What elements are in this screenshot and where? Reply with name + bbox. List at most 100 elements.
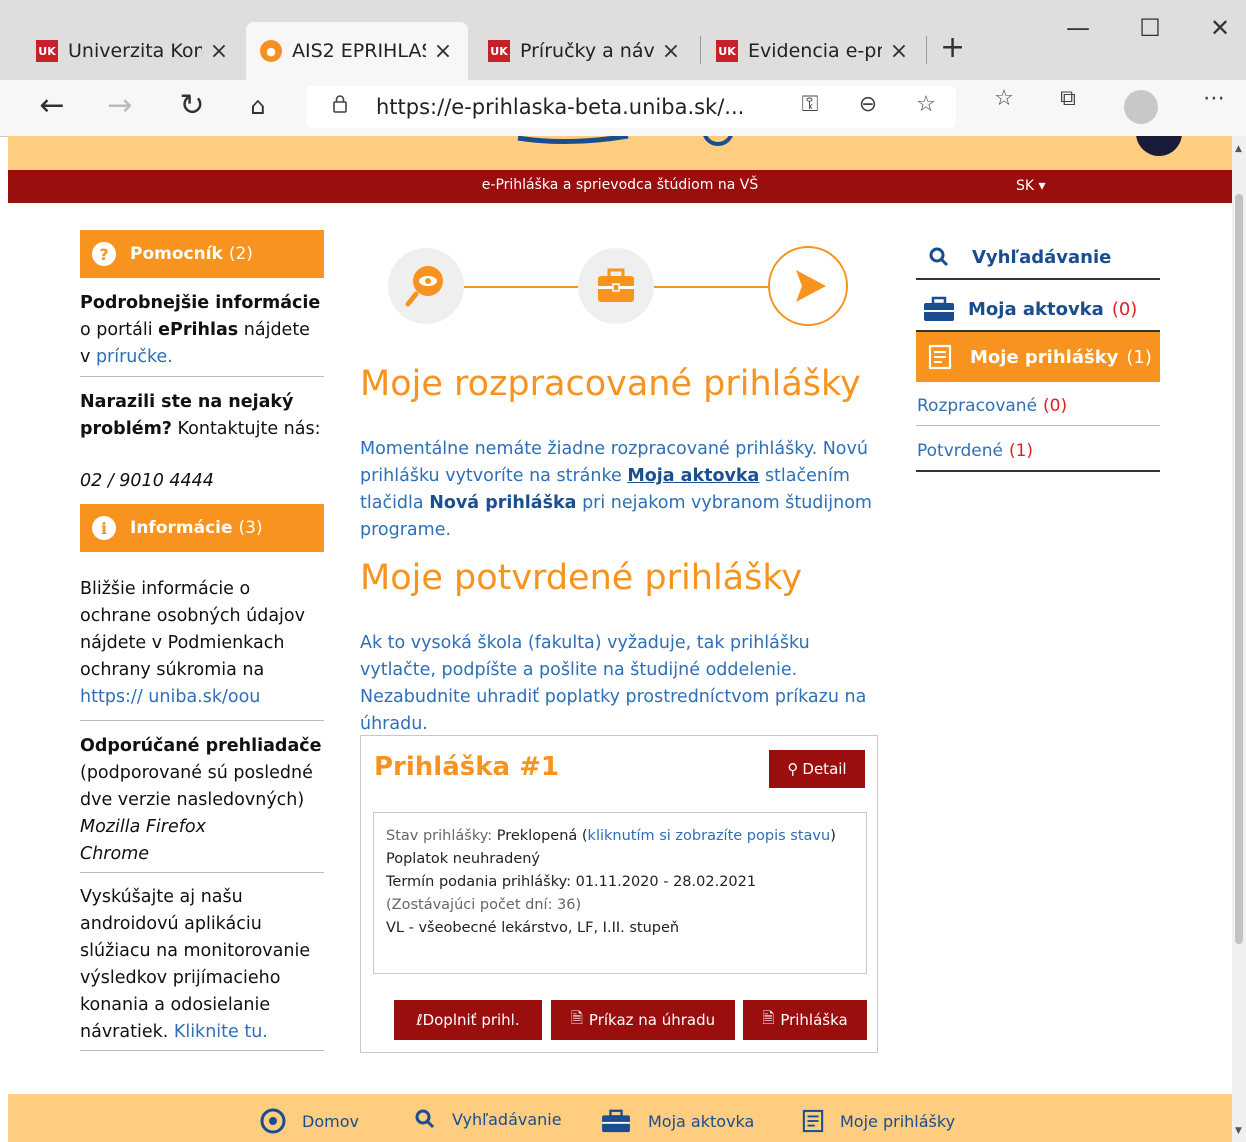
divider bbox=[80, 376, 324, 377]
key-icon[interactable]: ⚿ bbox=[792, 92, 828, 117]
confirmed-text: Ak to vysoká škola (fakulta) vyžaduje, t… bbox=[360, 633, 867, 734]
close-icon[interactable]: × bbox=[208, 39, 230, 64]
problem-info: Narazili ste na nejaký problém? Kontaktu… bbox=[80, 389, 324, 443]
confirmed-count: (1) bbox=[1008, 441, 1034, 461]
info-text: o portáli bbox=[80, 320, 153, 340]
application-label: Prihláška bbox=[780, 1011, 848, 1029]
language-label: SK bbox=[1016, 178, 1035, 194]
new-application-label: Nová prihláška bbox=[429, 493, 577, 513]
manual-link[interactable]: príručke. bbox=[96, 347, 173, 367]
briefcase-count: (0) bbox=[1111, 298, 1138, 320]
scroll-thumb[interactable] bbox=[1235, 194, 1243, 944]
more-icon[interactable]: ⋯ bbox=[1196, 86, 1232, 111]
sidebar-item-search[interactable]: Vyhľadávanie bbox=[916, 232, 1160, 282]
footer-applications[interactable]: Moje prihlášky bbox=[802, 1108, 955, 1134]
reload-icon[interactable]: ↻ bbox=[172, 88, 212, 123]
application-title: Prihláška #1 bbox=[374, 752, 559, 782]
briefcase-icon bbox=[598, 268, 634, 302]
document-icon bbox=[928, 344, 952, 370]
applications-label: Moje prihlášky bbox=[970, 346, 1119, 368]
tab-label: Evidencia e-pri bbox=[748, 40, 882, 62]
language-selector[interactable]: SK ▾ bbox=[1016, 178, 1046, 194]
tab-evidencia[interactable]: UK Evidencia e-pri × bbox=[702, 22, 924, 80]
payment-order-button[interactable]: 🗎 Príkaz na úhradu bbox=[551, 1000, 735, 1040]
scroll-down-icon[interactable]: ▼ bbox=[1235, 1126, 1242, 1136]
zoom-icon[interactable]: ⊖ bbox=[850, 92, 886, 117]
tab-label: AIS2 EPRIHLAS bbox=[292, 40, 426, 62]
tab-univerzita[interactable]: UK Univerzita Kom × bbox=[22, 22, 244, 80]
new-tab-icon[interactable]: + bbox=[940, 30, 965, 65]
tab-prirucky[interactable]: UK Príručky a návo × bbox=[474, 22, 696, 80]
sidebar-link-confirmed[interactable]: Potvrdené (1) bbox=[917, 441, 1033, 461]
home-logo-icon bbox=[260, 1108, 286, 1134]
close-icon[interactable]: × bbox=[888, 39, 910, 64]
in-progress-label: Rozpracované bbox=[917, 396, 1038, 416]
helper-header[interactable]: ? Pomocník (2) bbox=[80, 230, 324, 278]
footer-search[interactable]: Vyhľadávanie bbox=[414, 1108, 562, 1130]
sidebar-link-in-progress[interactable]: Rozpracované (0) bbox=[917, 396, 1067, 416]
detail-button[interactable]: ⚲ Detail bbox=[769, 750, 865, 788]
document-icon bbox=[802, 1109, 824, 1133]
tab-ais2[interactable]: ● AIS2 EPRIHLAS × bbox=[246, 22, 468, 80]
confirmed-heading: Moje potvrdené prihlášky bbox=[360, 558, 803, 598]
in-progress-count: (0) bbox=[1043, 396, 1068, 416]
close-icon[interactable]: × bbox=[660, 39, 682, 64]
window-close-icon[interactable]: ✕ bbox=[1200, 14, 1240, 42]
uk-logo-icon: UK bbox=[716, 40, 738, 62]
divider bbox=[80, 720, 324, 721]
tab-separator bbox=[926, 36, 927, 64]
add-favorite-icon[interactable]: ☆ bbox=[908, 92, 944, 117]
footer-briefcase[interactable]: Moja aktovka bbox=[600, 1108, 754, 1134]
site-logo[interactable] bbox=[508, 136, 738, 167]
maximize-icon[interactable]: ☐ bbox=[1130, 14, 1170, 42]
briefcase-icon bbox=[924, 296, 954, 321]
status-description-link[interactable]: kliknutím si zobrazíte popis stavu bbox=[588, 828, 831, 844]
user-icon[interactable] bbox=[1136, 136, 1182, 156]
app-link[interactable]: Kliknite tu. bbox=[174, 1022, 268, 1042]
divider bbox=[916, 425, 1160, 426]
tab-separator bbox=[700, 36, 701, 64]
site-header-band bbox=[8, 136, 1232, 170]
application-pdf-button[interactable]: 🗎 Prihláška bbox=[743, 1000, 867, 1040]
url-field[interactable]: https://e-prihlaska-beta.uniba.sk/... ⚿ … bbox=[306, 86, 956, 128]
footer-home[interactable]: Domov bbox=[260, 1108, 359, 1134]
privacy-text: Bližšie informácie o ochrane osobných úd… bbox=[80, 579, 305, 680]
status-label: Stav prihlášky: bbox=[386, 828, 493, 844]
fee-status: Poplatok neuhradený bbox=[386, 851, 541, 867]
information-header[interactable]: i Informácie (3) bbox=[80, 504, 324, 552]
scroll-up-icon[interactable]: ▲ bbox=[1235, 144, 1242, 154]
step-send[interactable] bbox=[768, 246, 848, 326]
page-scrollbar[interactable]: ▲ ▼ bbox=[1232, 136, 1246, 1142]
close-icon[interactable]: × bbox=[432, 39, 454, 64]
step-connector bbox=[464, 286, 578, 288]
step-briefcase[interactable] bbox=[578, 248, 654, 324]
forward-icon[interactable]: → bbox=[100, 88, 140, 123]
privacy-link[interactable]: https:// uniba.sk/oou bbox=[80, 687, 260, 707]
step-search[interactable] bbox=[388, 248, 464, 324]
minimize-icon[interactable]: — bbox=[1058, 14, 1098, 42]
browsers-info: Odporúčané prehliadače (podporované sú p… bbox=[80, 733, 324, 868]
home-icon[interactable]: ⌂ bbox=[238, 92, 278, 120]
collections-icon[interactable]: ⧉ bbox=[1050, 86, 1086, 111]
lock-icon[interactable] bbox=[332, 95, 348, 113]
helper-count: (2) bbox=[228, 244, 253, 264]
application-info: Stav prihlášky: Preklopená (kliknutím si… bbox=[373, 812, 867, 974]
divider bbox=[80, 1050, 324, 1051]
info-icon: i bbox=[92, 516, 116, 540]
sidebar-item-briefcase[interactable]: Moja aktovka (0) bbox=[916, 284, 1160, 334]
divider bbox=[916, 278, 1160, 280]
complete-application-button[interactable]: ℓ Doplniť prihl. bbox=[394, 1000, 542, 1040]
app-text: Vyskúšajte aj našu androidovú aplikáciu … bbox=[80, 887, 311, 1042]
sidebar-item-applications[interactable]: Moje prihlášky (1) bbox=[916, 332, 1160, 382]
site-title-bar: e-Prihláška a sprievodca štúdiom na VŠ S… bbox=[8, 170, 1232, 203]
ais-logo-icon: ● bbox=[260, 40, 282, 62]
profile-avatar[interactable] bbox=[1124, 90, 1158, 124]
briefcase-icon bbox=[602, 1109, 630, 1133]
divider bbox=[916, 470, 1160, 472]
favorites-icon[interactable]: ☆ bbox=[986, 86, 1022, 111]
applications-count: (1) bbox=[1126, 346, 1152, 368]
send-icon bbox=[796, 270, 826, 302]
divider bbox=[80, 872, 324, 873]
back-icon[interactable]: ← bbox=[32, 88, 72, 123]
briefcase-link[interactable]: Moja aktovka bbox=[627, 466, 759, 486]
